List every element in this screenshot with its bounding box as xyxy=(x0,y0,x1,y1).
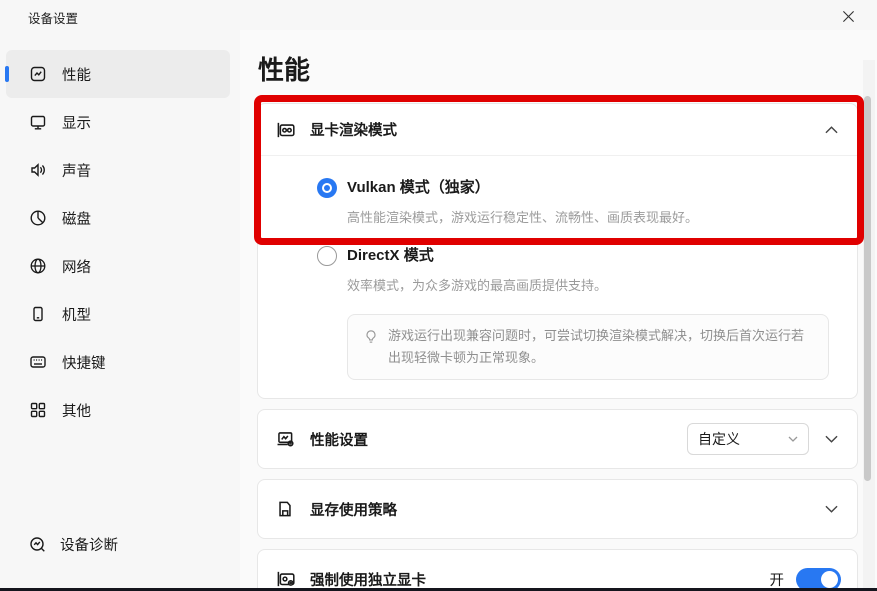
vram-strategy-title: 显存使用策略 xyxy=(310,499,397,520)
sidebar-item-label: 快捷键 xyxy=(62,352,106,373)
window-title: 设备设置 xyxy=(28,8,78,27)
sidebar-item-label: 性能 xyxy=(62,64,91,85)
floppy-icon xyxy=(274,498,296,520)
render-mode-title: 显卡渲染模式 xyxy=(310,119,397,140)
sidebar-item-display[interactable]: 显示 xyxy=(6,98,230,146)
disk-pie-icon xyxy=(28,208,48,228)
performance-chart-icon xyxy=(28,64,48,84)
device-settings-window: 设备设置 性能 显示 声音 xyxy=(0,0,877,591)
collapse-button[interactable] xyxy=(821,120,841,140)
directx-label[interactable]: DirectX 模式 xyxy=(347,246,607,266)
sidebar: 性能 显示 声音 磁盘 xyxy=(0,30,240,591)
render-option-vulkan: Vulkan 模式（独家） 高性能渲染模式，游戏运行稳定性、流畅性、画质表现最好… xyxy=(258,178,857,226)
device-icon xyxy=(28,304,48,324)
toggle-state-label: 开 xyxy=(770,569,785,590)
display-icon xyxy=(28,112,48,132)
sidebar-item-network[interactable]: 网络 xyxy=(6,242,230,290)
main-content: 性能 显卡渲染模式 Vulkan 模式（独家） 高性能渲染模式，游戏运行稳定性、… xyxy=(240,30,877,591)
sidebar-nav: 性能 显示 声音 磁盘 xyxy=(6,50,230,434)
sidebar-item-label: 显示 xyxy=(62,112,91,133)
expand-button[interactable] xyxy=(821,499,841,519)
directx-description: 效率模式，为众多游戏的最高画质提供支持。 xyxy=(347,275,607,294)
lightbulb-icon xyxy=(362,328,380,346)
vulkan-radio[interactable] xyxy=(317,178,337,198)
sidebar-item-label: 磁盘 xyxy=(62,208,91,229)
performance-settings-title: 性能设置 xyxy=(310,429,368,450)
keyboard-icon xyxy=(28,352,48,372)
sidebar-item-model[interactable]: 机型 xyxy=(6,290,230,338)
sidebar-item-other[interactable]: 其他 xyxy=(6,386,230,434)
vulkan-label[interactable]: Vulkan 模式（独家） xyxy=(347,178,698,198)
sidebar-item-label: 设备诊断 xyxy=(60,534,118,555)
titlebar: 设备设置 xyxy=(0,0,877,30)
section-vram-strategy: 显存使用策略 xyxy=(257,479,858,539)
render-mode-header[interactable]: 显卡渲染模式 xyxy=(258,104,857,156)
globe-icon xyxy=(28,256,48,276)
scrollbar-thumb[interactable] xyxy=(864,96,871,481)
close-button[interactable] xyxy=(833,3,863,29)
scrollbar-track[interactable] xyxy=(863,60,875,591)
section-force-dgpu: 强制使用独立显卡 开 xyxy=(257,549,858,591)
page-title: 性能 xyxy=(258,50,310,87)
close-icon xyxy=(842,10,855,23)
compatibility-tip-text: 游戏运行出现兼容问题时，可尝试切换渲染模式解决，切换后首次运行若出现轻微卡顿为正… xyxy=(388,325,814,369)
performance-mode-select[interactable]: 自定义 xyxy=(687,423,809,455)
sidebar-item-performance[interactable]: 性能 xyxy=(6,50,230,98)
sidebar-item-label: 机型 xyxy=(62,304,91,325)
render-option-directx: DirectX 模式 效率模式，为众多游戏的最高画质提供支持。 xyxy=(258,246,857,294)
force-dgpu-title: 强制使用独立显卡 xyxy=(310,569,426,590)
sidebar-item-label: 网络 xyxy=(62,256,91,277)
compatibility-tip: 游戏运行出现兼容问题时，可尝试切换渲染模式解决，切换后首次运行若出现轻微卡顿为正… xyxy=(347,314,829,380)
directx-radio[interactable] xyxy=(317,246,337,266)
gpu-gear-icon xyxy=(274,568,296,590)
sidebar-item-shortcuts[interactable]: 快捷键 xyxy=(6,338,230,386)
sidebar-item-label: 其他 xyxy=(62,400,91,421)
selected-value: 自定义 xyxy=(698,429,788,449)
section-render-mode: 显卡渲染模式 Vulkan 模式（独家） 高性能渲染模式，游戏运行稳定性、流畅性… xyxy=(257,103,858,399)
select-chevron-icon xyxy=(788,436,798,442)
sidebar-item-label: 声音 xyxy=(62,160,91,181)
section-performance-settings: 性能设置 自定义 xyxy=(257,409,858,469)
chevron-down-icon xyxy=(825,505,838,513)
speaker-icon xyxy=(28,160,48,180)
gpu-card-icon xyxy=(274,119,296,141)
chevron-down-icon xyxy=(825,435,838,443)
laptop-gear-icon xyxy=(274,428,296,450)
chevron-up-icon xyxy=(825,126,838,134)
sidebar-item-disk[interactable]: 磁盘 xyxy=(6,194,230,242)
expand-button[interactable] xyxy=(821,429,841,449)
diagnostics-icon xyxy=(28,535,48,555)
grid-icon xyxy=(28,400,48,420)
sidebar-item-diagnostics[interactable]: 设备诊断 xyxy=(28,534,118,555)
sidebar-item-sound[interactable]: 声音 xyxy=(6,146,230,194)
vulkan-description: 高性能渲染模式，游戏运行稳定性、流畅性、画质表现最好。 xyxy=(347,207,698,226)
